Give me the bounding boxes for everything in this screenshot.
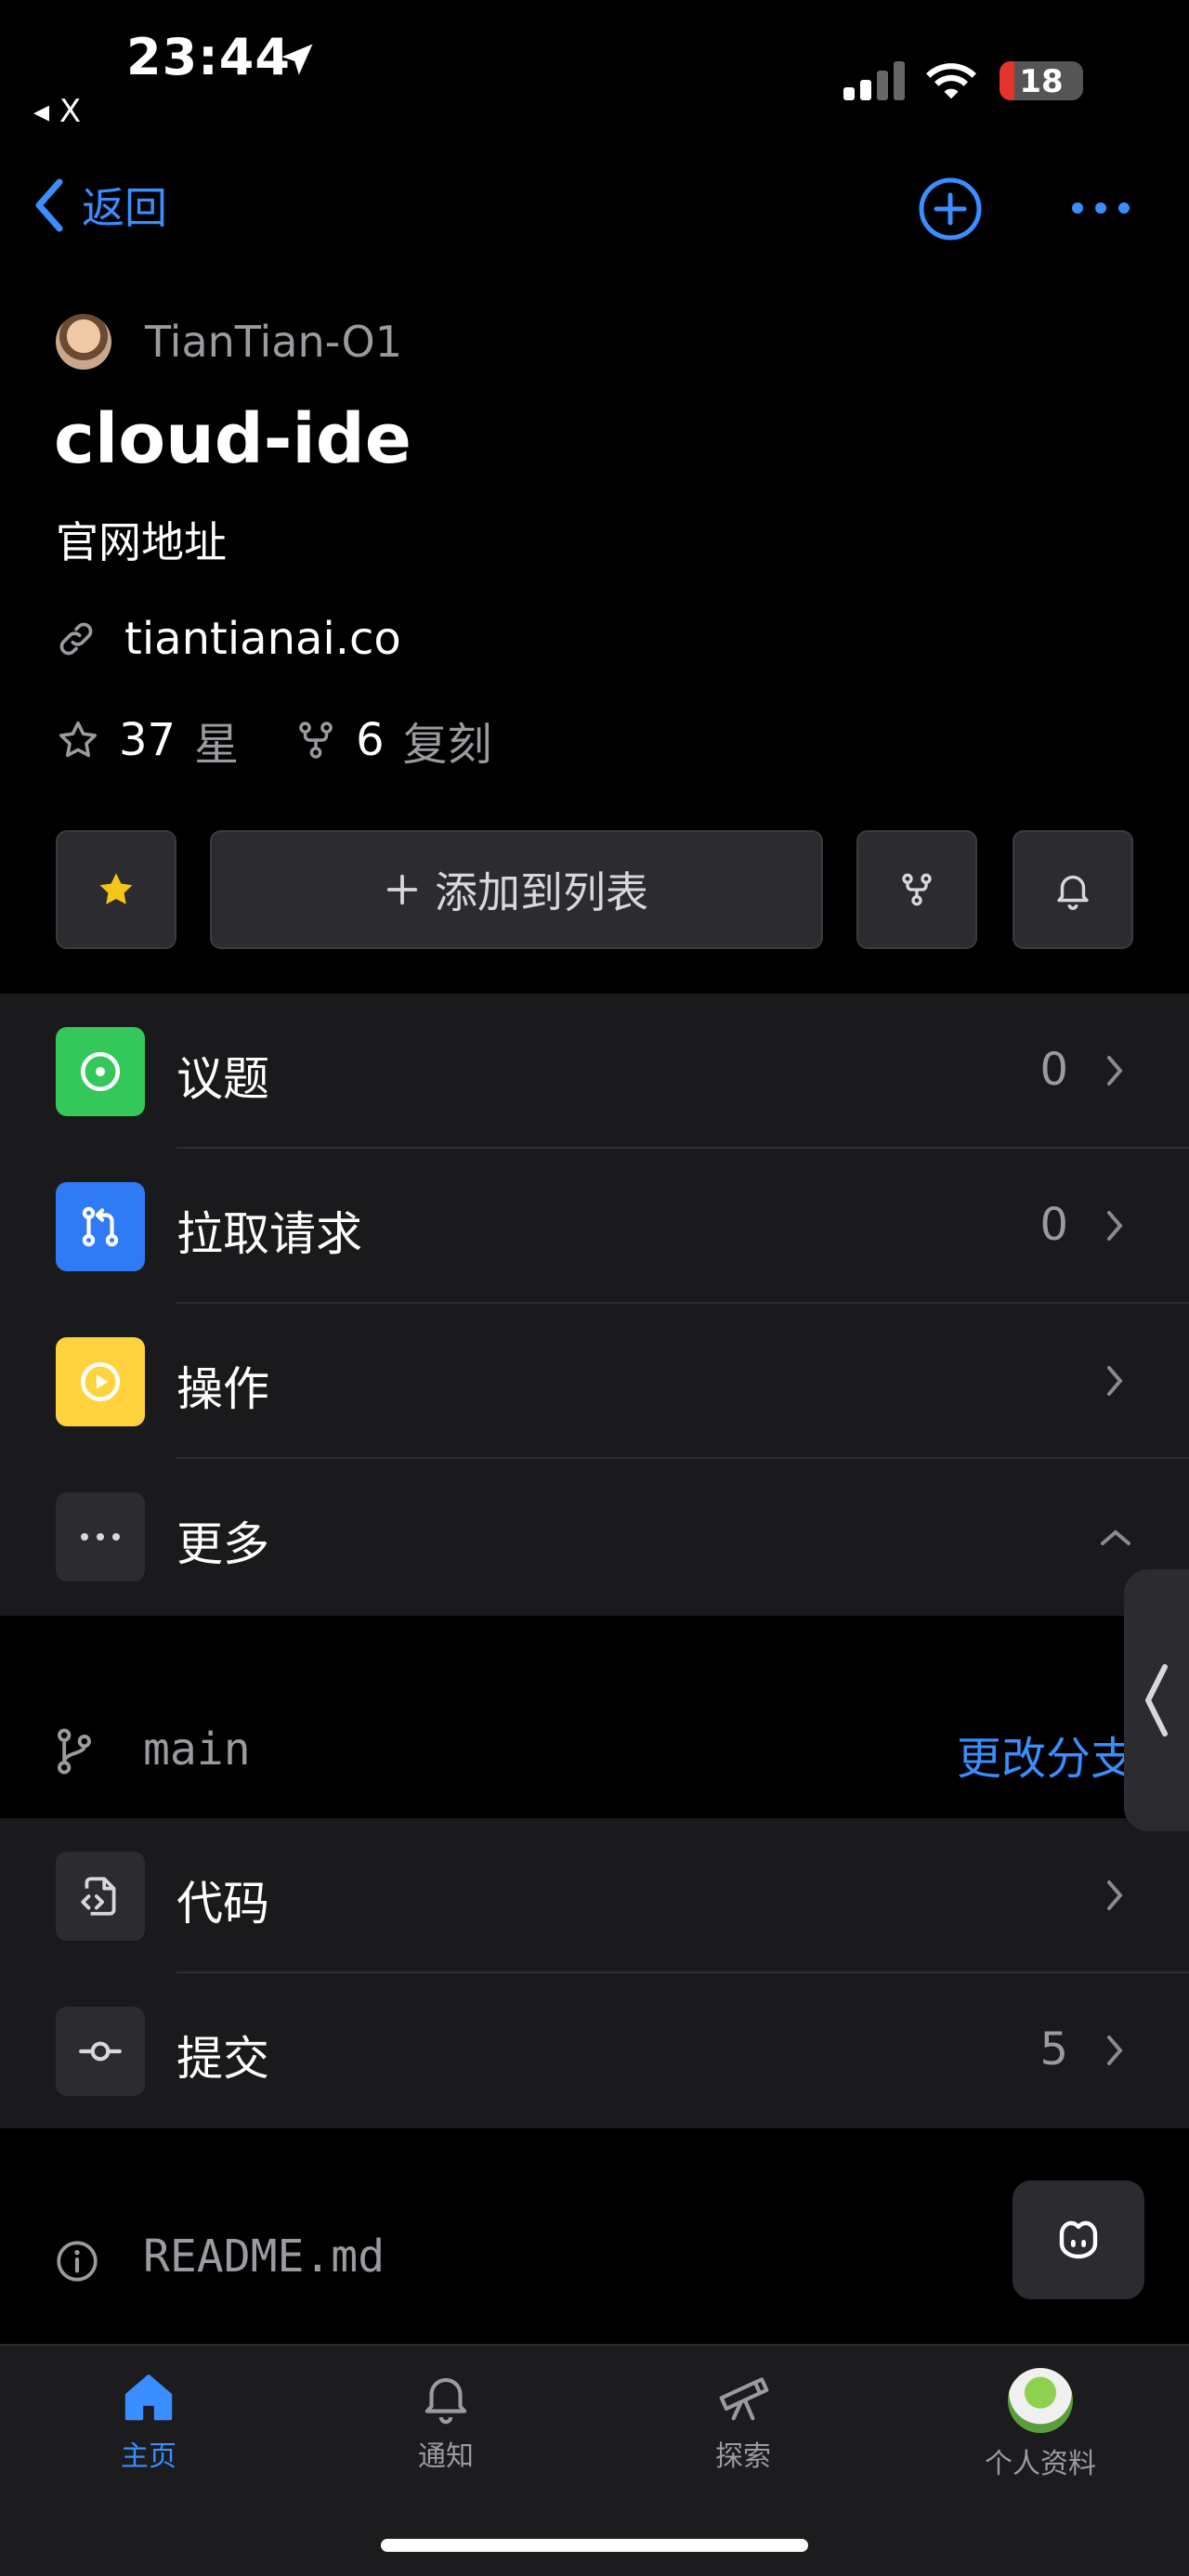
add-to-list-label: 添加到列表: [435, 867, 648, 917]
branch-icon: [58, 1728, 91, 1775]
chevron-left-icon: [35, 178, 63, 232]
menu-label: 议题: [176, 1052, 269, 1106]
star-filled-icon: [99, 873, 133, 904]
chevron-right-icon: [1107, 1056, 1123, 1086]
repo-description: 官网地址: [56, 517, 227, 567]
tab-label: 探索: [715, 2440, 771, 2473]
issue-icon: [56, 1027, 145, 1116]
battery-level: 18: [1019, 63, 1064, 100]
chevron-right-icon: [1107, 1880, 1123, 1910]
menu-label: 代码: [176, 1877, 269, 1931]
repo-stats: 37 星 6 复刻: [56, 708, 548, 773]
owner-name: TianTian-O1: [145, 317, 402, 367]
back-to-app-link[interactable]: ◂ X: [33, 93, 81, 130]
stars-label: 星: [194, 719, 240, 771]
profile-avatar: [1008, 2368, 1073, 2433]
menu-count: 0: [1039, 1199, 1068, 1251]
tab-label: 主页: [121, 2440, 176, 2473]
forks-label: 复刻: [402, 719, 492, 771]
tab-home[interactable]: 主页: [56, 2368, 242, 2474]
star-outline-icon: [59, 721, 97, 758]
menu-count: 5: [1039, 2023, 1068, 2075]
star-button[interactable]: [56, 830, 176, 949]
more-options-icon[interactable]: [1070, 199, 1131, 217]
chevron-left-icon: [1145, 1664, 1168, 1737]
owner-avatar: [56, 314, 111, 370]
copilot-icon: [1059, 2220, 1098, 2259]
stars-stat[interactable]: 37 星: [56, 708, 239, 773]
readme-header[interactable]: README.md: [0, 2201, 1189, 2322]
menu-item-actions[interactable]: 操作: [0, 1304, 1189, 1459]
menu-label: 拉取请求: [176, 1207, 362, 1261]
link-icon: [59, 622, 93, 656]
chevron-right-icon: [1107, 2036, 1123, 2065]
tab-label: 个人资料: [985, 2448, 1096, 2480]
home-indicator: [381, 2539, 808, 2552]
menu-label: 提交: [176, 2032, 269, 2086]
tab-notifications[interactable]: 通知: [353, 2368, 539, 2474]
stars-count: 37: [119, 714, 176, 766]
location-arrow-icon: [281, 44, 313, 75]
branch-name: main: [143, 1724, 251, 1776]
fork-icon: [299, 722, 333, 759]
back-label: 返回: [82, 183, 167, 233]
status-time: 23:44: [126, 28, 291, 86]
chevron-right-icon: [1107, 1211, 1123, 1241]
menu-item-pull-requests[interactable]: 拉取请求 0: [0, 1149, 1189, 1304]
tab-label: 通知: [418, 2440, 474, 2473]
website-text: tiantianai.co: [124, 613, 401, 665]
plus-icon: [386, 874, 418, 905]
wifi-icon: [926, 63, 976, 99]
tab-profile[interactable]: 个人资料: [947, 2368, 1133, 2481]
menu-item-code[interactable]: 代码: [0, 1818, 1189, 1973]
telescope-icon: [719, 2377, 769, 2421]
bell-icon: [425, 2377, 467, 2425]
menu-item-issues[interactable]: 议题 0: [0, 994, 1189, 1149]
menu-item-more[interactable]: 更多: [0, 1459, 1189, 1614]
menu-label: 操作: [176, 1362, 269, 1416]
home-icon: [124, 2374, 173, 2421]
code-section: 代码 提交 5: [0, 1818, 1189, 2128]
forks-count: 6: [356, 714, 385, 766]
add-circle-icon[interactable]: [918, 176, 983, 241]
back-button[interactable]: 返回: [33, 175, 167, 236]
chevron-up-icon: [1101, 1529, 1130, 1545]
watch-button[interactable]: [1013, 830, 1133, 949]
repo-owner[interactable]: TianTian-O1: [56, 314, 402, 370]
chevron-right-icon: [1107, 1366, 1123, 1396]
repo-title: cloud-ide: [54, 399, 412, 479]
fork-button[interactable]: [856, 830, 977, 949]
pull-request-icon: [56, 1182, 145, 1271]
branch-selector: main 更改分支: [0, 1681, 1189, 1820]
forks-stat[interactable]: 6 复刻: [294, 708, 492, 773]
bell-icon: [1057, 875, 1089, 910]
readme-filename: README.md: [143, 2231, 385, 2283]
side-panel-handle[interactable]: [1124, 1569, 1189, 1831]
menu-count: 0: [1039, 1044, 1068, 1096]
code-file-icon: [56, 1852, 145, 1941]
menu-label: 更多: [176, 1517, 269, 1571]
info-icon: [57, 2241, 98, 2282]
actions-play-icon: [56, 1337, 145, 1426]
menu-item-commits[interactable]: 提交 5: [0, 1973, 1189, 2128]
copilot-button[interactable]: [1013, 2180, 1144, 2299]
repo-menu-section: 议题 0 拉取请求 0 操作 更多: [0, 994, 1189, 1616]
cellular-signal-icon: [843, 61, 905, 100]
change-branch-button[interactable]: 更改分支: [957, 1722, 1135, 1787]
commit-icon: [56, 2007, 145, 2096]
battery-indicator: 18: [1000, 61, 1083, 100]
more-icon: [56, 1492, 145, 1581]
repo-website-link[interactable]: tiantianai.co: [56, 613, 401, 665]
tab-explore[interactable]: 探索: [650, 2368, 836, 2474]
add-to-list-button[interactable]: 添加到列表: [210, 830, 823, 949]
fork-icon: [902, 873, 932, 906]
